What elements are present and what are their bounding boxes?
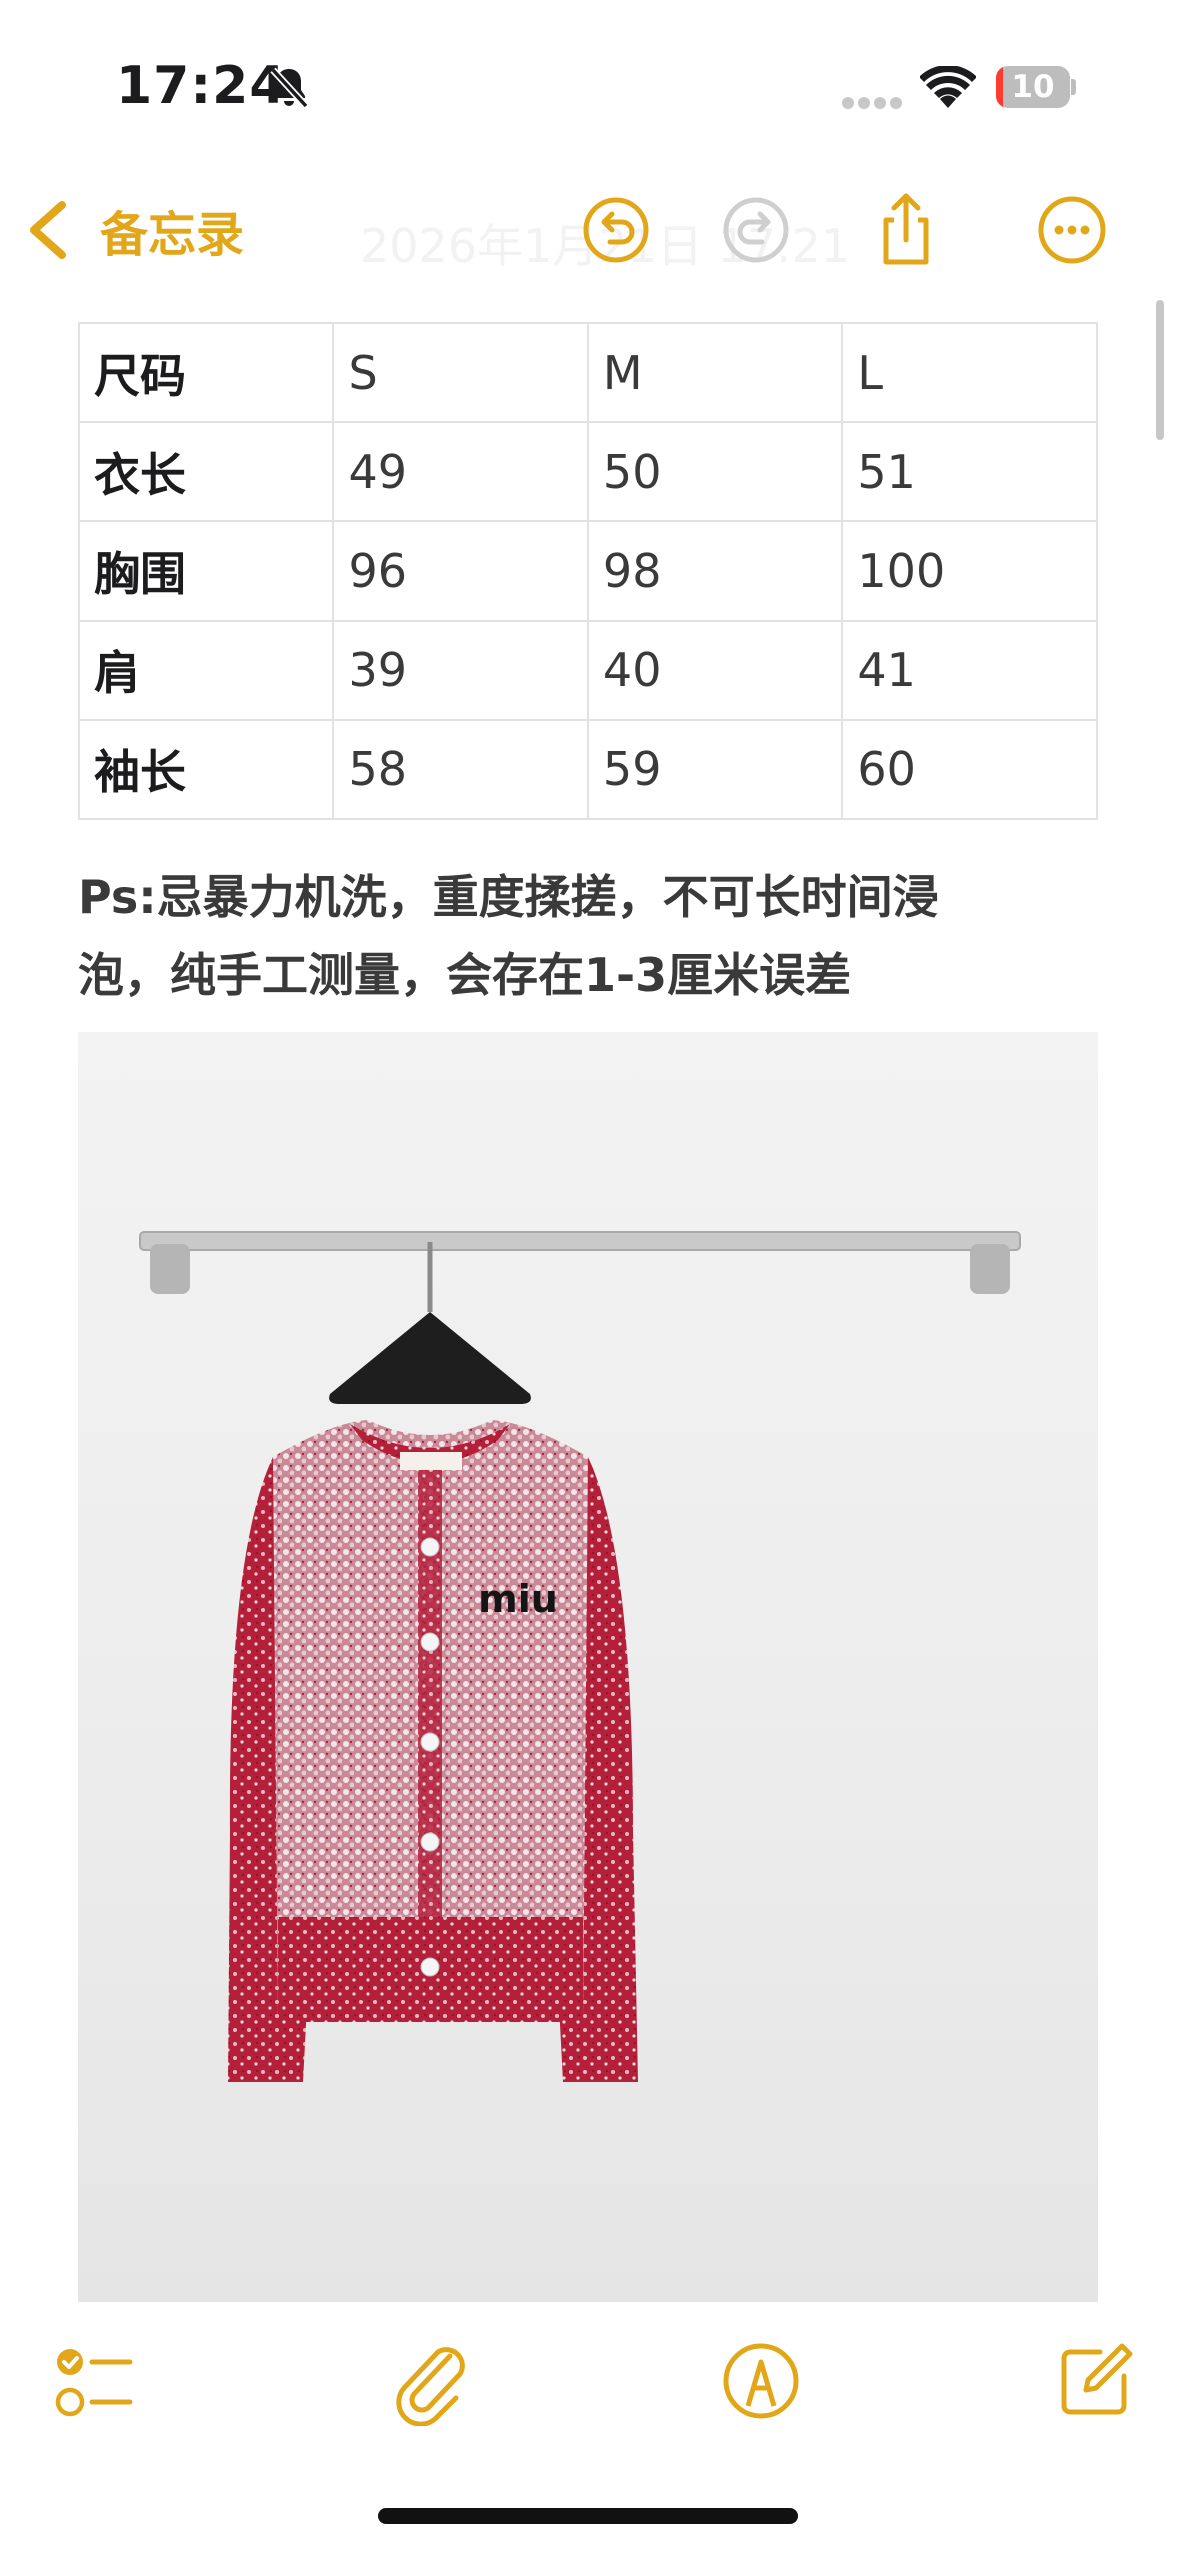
table-cell: 96 xyxy=(332,520,589,622)
table-cell: 41 xyxy=(841,619,1098,721)
checklist-icon[interactable] xyxy=(50,2336,140,2426)
table-cell: 59 xyxy=(586,718,844,821)
back-button[interactable]: 备忘录 xyxy=(24,190,244,270)
cardigan-button xyxy=(420,1537,440,1557)
note-body[interactable]: Ps:忌暴力机洗，重度揉搓，不可长时间浸 泡，纯手工测量，会存在1-3厘米误差 xyxy=(78,858,1108,1014)
redo-icon[interactable] xyxy=(716,190,796,270)
table-cell: 49 xyxy=(332,421,589,523)
hanger xyxy=(329,1312,531,1404)
scroll-indicator[interactable] xyxy=(1156,300,1164,440)
table-row: 胸围 96 98 100 xyxy=(77,520,1098,622)
home-indicator[interactable] xyxy=(378,2508,798,2524)
cellular-signal-icon xyxy=(842,97,902,109)
battery-level-text: 10 xyxy=(1011,69,1055,105)
table-cell: 98 xyxy=(586,520,844,622)
table-row-label: 袖长 xyxy=(77,718,335,821)
table-row-label: 胸围 xyxy=(77,520,335,622)
markup-icon[interactable] xyxy=(716,2336,806,2426)
note-line: Ps:忌暴力机洗，重度揉搓，不可长时间浸 xyxy=(78,870,939,924)
table-header-cell: L xyxy=(841,321,1098,424)
table-row: 袖长 58 59 60 xyxy=(77,718,1098,821)
note-line: 泡，纯手工测量，会存在1-3厘米误差 xyxy=(78,948,852,1002)
table-cell: 40 xyxy=(586,619,844,721)
cardigan-photo-illustration: miu xyxy=(139,1231,1021,2082)
more-icon[interactable] xyxy=(1032,190,1112,270)
cardigan-button xyxy=(420,1957,440,1977)
table-header-cell: S xyxy=(332,321,589,424)
cardigan-button xyxy=(420,1632,440,1652)
table-cell: 60 xyxy=(841,718,1098,821)
bell-slash-icon xyxy=(270,67,309,109)
table-cell: 58 xyxy=(332,718,589,821)
table-header-cell: 尺码 xyxy=(77,321,335,424)
table-row-label: 衣长 xyxy=(77,421,335,523)
table-header-row: 尺码 S M L xyxy=(77,321,1098,424)
table-cell: 100 xyxy=(841,520,1098,622)
table-row: 衣长 49 50 51 xyxy=(77,421,1098,523)
cardigan-button xyxy=(420,1732,440,1752)
table-cell: 50 xyxy=(586,421,844,523)
status-bar: 17:24 10 xyxy=(0,0,1179,150)
logo-patch: miu xyxy=(478,1577,558,1621)
table-cell: 51 xyxy=(841,421,1098,523)
nav-bar: 备忘录 2026年1月21日 17:21 xyxy=(0,170,1179,290)
brand-label xyxy=(400,1452,462,1470)
chevron-left-icon xyxy=(30,201,66,259)
cardigan-button xyxy=(420,1832,440,1852)
table-header-cell: M xyxy=(586,321,844,424)
undo-icon[interactable] xyxy=(576,190,656,270)
battery-indicator: 10 xyxy=(996,66,1076,108)
table-cell: 39 xyxy=(332,619,589,721)
share-icon[interactable] xyxy=(866,190,946,270)
table-row: 肩 39 40 41 xyxy=(77,619,1098,721)
back-label: 备忘录 xyxy=(100,207,245,263)
status-time: 17:24 xyxy=(116,56,287,116)
table-row-label: 肩 xyxy=(77,619,335,721)
attachment-icon[interactable] xyxy=(384,2336,474,2426)
size-table: 尺码 S M L 衣长 49 50 51 胸围 96 98 100 肩 39 4… xyxy=(77,321,1098,821)
compose-icon[interactable] xyxy=(1050,2336,1140,2426)
clothing-rail xyxy=(139,1231,1021,1251)
product-photo[interactable]: miu xyxy=(78,1032,1098,2302)
wifi-icon xyxy=(920,66,976,108)
